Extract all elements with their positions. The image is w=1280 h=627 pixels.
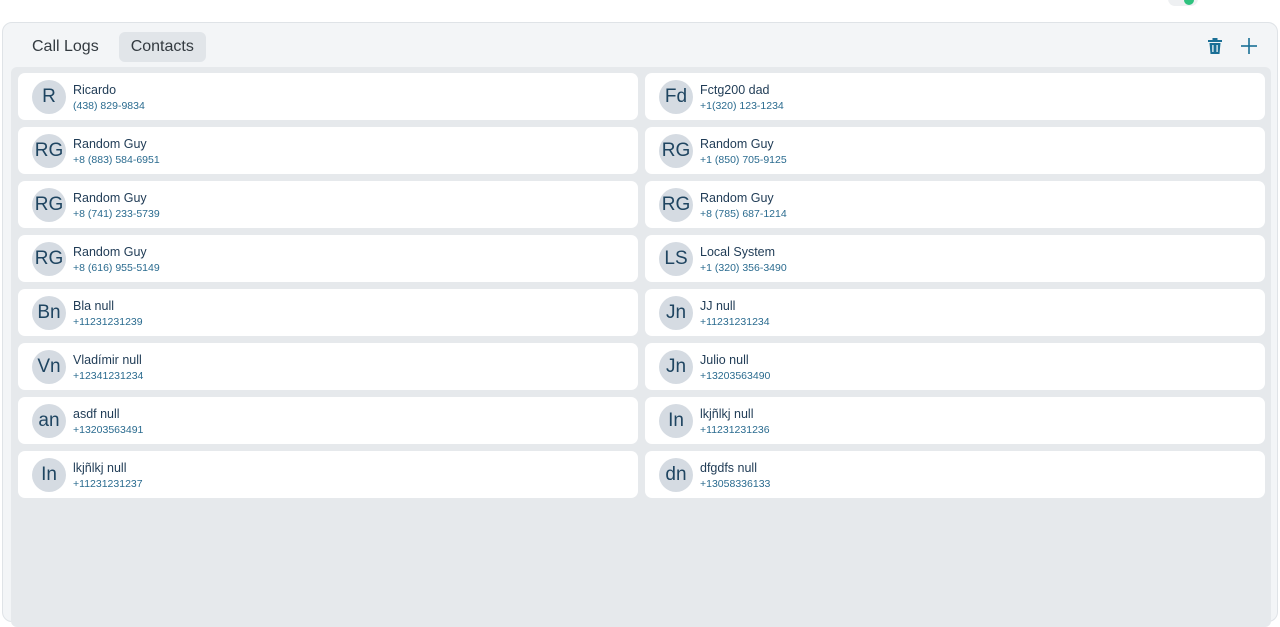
avatar: Bn (32, 296, 66, 330)
contact-card[interactable]: LS Local System +1 (320) 356-3490 (645, 235, 1265, 282)
contact-phone: +13058336133 (700, 478, 771, 490)
status-toggle[interactable] (1168, 0, 1198, 6)
contact-phone: +8 (616) 955-5149 (73, 262, 160, 274)
contact-phone: +11231231237 (73, 478, 143, 490)
contact-card[interactable]: In lkjñlkj null +11231231237 (18, 451, 638, 498)
contact-phone: +12341231234 (73, 370, 144, 382)
toggle-knob (1184, 0, 1194, 5)
contact-phone: +13203563491 (73, 424, 144, 436)
contact-card[interactable]: Vn Vladímir null +12341231234 (18, 343, 638, 390)
tab-bar: Call Logs Contacts (20, 32, 206, 62)
contact-name: Bla null (73, 299, 114, 313)
contact-name: Ricardo (73, 83, 117, 97)
contact-card[interactable]: an asdf null +13203563491 (18, 397, 638, 444)
avatar: RG (659, 134, 693, 168)
contacts-grid: R Ricardo (438) 829-9834 Fd Fctg200 dad … (18, 73, 1265, 498)
contact-phone: +13203563490 (700, 370, 771, 382)
avatar: In (659, 404, 693, 438)
phone-panel: Call Logs Contacts R Ricardo (438) 829-9… (2, 22, 1278, 627)
contact-card[interactable]: Jn Julio null +13203563490 (645, 343, 1265, 390)
contact-card[interactable]: dn dfgdfs null +13058336133 (645, 451, 1265, 498)
plus-icon (1241, 38, 1257, 54)
contact-name: dfgdfs null (700, 461, 757, 475)
contact-card[interactable]: Jn JJ null +11231231234 (645, 289, 1265, 336)
contact-phone: +1 (320) 356-3490 (700, 262, 787, 274)
avatar: RG (32, 188, 66, 222)
delete-button[interactable] (1205, 36, 1225, 56)
avatar: RG (659, 188, 693, 222)
avatar: R (32, 80, 66, 114)
contact-phone: +8 (883) 584-6951 (73, 154, 160, 166)
contact-card[interactable]: RG Random Guy +8 (785) 687-1214 (645, 181, 1265, 228)
contact-card[interactable]: RG Random Guy +8 (741) 233-5739 (18, 181, 638, 228)
contact-name: Random Guy (73, 245, 147, 259)
contact-phone: +8 (785) 687-1214 (700, 208, 787, 220)
contact-phone: (438) 829-9834 (73, 100, 145, 112)
avatar: Vn (32, 350, 66, 384)
contact-card[interactable]: RG Random Guy +8 (883) 584-6951 (18, 127, 638, 174)
tab-call-logs[interactable]: Call Logs (20, 32, 111, 62)
tab-contacts[interactable]: Contacts (118, 32, 206, 62)
avatar: RG (32, 242, 66, 276)
contact-name: Random Guy (73, 137, 147, 151)
contact-name: Random Guy (700, 191, 774, 205)
contact-name: asdf null (73, 407, 120, 421)
avatar: dn (659, 458, 693, 492)
contact-name: Random Guy (73, 191, 147, 205)
contact-phone: +1(320) 123-1234 (700, 100, 784, 112)
contact-name: Vladímir null (73, 353, 142, 367)
contact-card[interactable]: RG Random Guy +1 (850) 705-9125 (645, 127, 1265, 174)
avatar: Fd (659, 80, 693, 114)
contact-card[interactable]: Fd Fctg200 dad +1(320) 123-1234 (645, 73, 1265, 120)
contacts-list-area: R Ricardo (438) 829-9834 Fd Fctg200 dad … (11, 67, 1271, 627)
contact-phone: +8 (741) 233-5739 (73, 208, 160, 220)
trash-icon (1208, 38, 1222, 54)
avatar: In (32, 458, 66, 492)
avatar: LS (659, 242, 693, 276)
contact-name: JJ null (700, 299, 736, 313)
contact-phone: +11231231236 (700, 424, 770, 436)
contact-card[interactable]: R Ricardo (438) 829-9834 (18, 73, 638, 120)
contact-name: Fctg200 dad (700, 83, 770, 97)
contact-phone: +11231231234 (700, 316, 770, 328)
contact-name: Julio null (700, 353, 749, 367)
contact-name: lkjñlkj null (73, 461, 127, 475)
avatar: Jn (659, 350, 693, 384)
top-bar (0, 0, 1280, 22)
contact-card[interactable]: Bn Bla null +11231231239 (18, 289, 638, 336)
contact-name: lkjñlkj null (700, 407, 754, 421)
add-contact-button[interactable] (1239, 36, 1259, 56)
contact-card[interactable]: In lkjñlkj null +11231231236 (645, 397, 1265, 444)
contact-name: Local System (700, 245, 776, 259)
avatar: RG (32, 134, 66, 168)
avatar: Jn (659, 296, 693, 330)
avatar: an (32, 404, 66, 438)
contact-name: Random Guy (700, 137, 774, 151)
contact-phone: +11231231239 (73, 316, 143, 328)
contact-phone: +1 (850) 705-9125 (700, 154, 787, 166)
contact-card[interactable]: RG Random Guy +8 (616) 955-5149 (18, 235, 638, 282)
toolbar-actions (1205, 36, 1259, 56)
